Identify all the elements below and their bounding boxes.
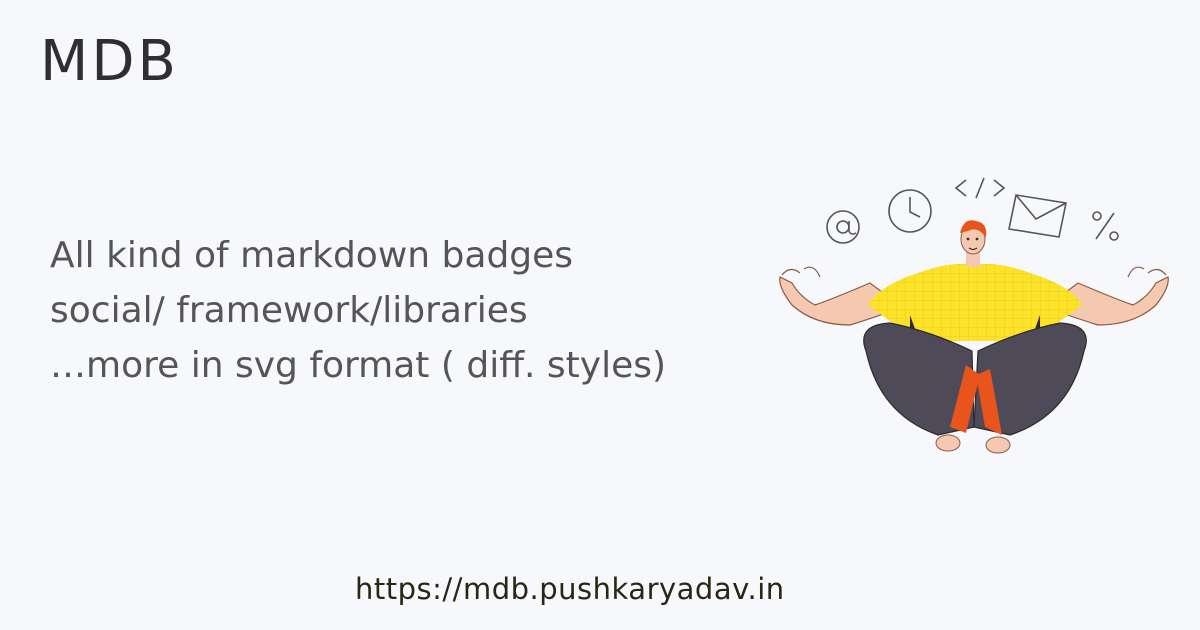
brand-title: MDB [40, 29, 179, 94]
site-url: https://mdb.pushkaryadav.in [355, 572, 785, 606]
envelope-icon [1008, 194, 1067, 238]
legs [863, 322, 1087, 454]
tagline-line: …more in svg format ( diff. styles) [50, 345, 667, 386]
meditating-developer-illustration [779, 177, 1169, 454]
clock-icon [888, 189, 932, 233]
at-sign-icon [826, 210, 860, 244]
head [960, 220, 987, 267]
percent-icon [1092, 211, 1119, 241]
tagline-line: social/ framework/libraries [50, 290, 528, 331]
tagline-line: All kind of markdown badges [50, 235, 574, 276]
tagline: All kind of markdown badges social/ fram… [50, 228, 770, 393]
code-icon [954, 177, 1006, 199]
